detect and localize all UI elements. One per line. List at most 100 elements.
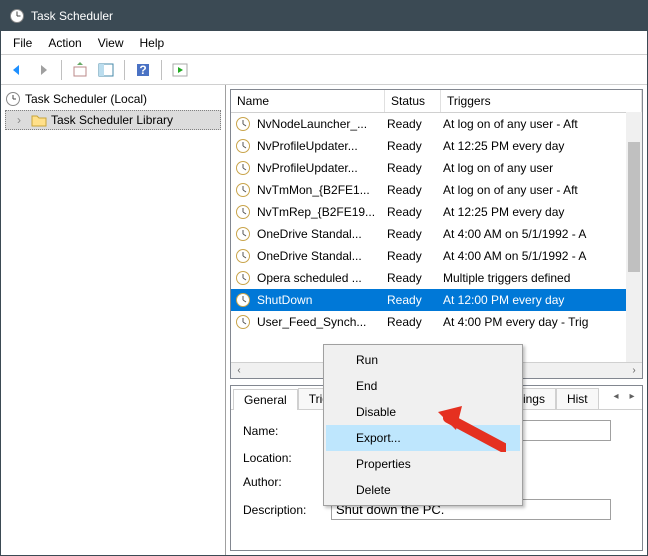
task-triggers: At log on of any user - Aft xyxy=(439,183,642,197)
forward-button[interactable] xyxy=(31,58,55,82)
task-name: OneDrive Standal... xyxy=(253,249,383,263)
show-hide-tree-button[interactable] xyxy=(94,58,118,82)
clock-icon xyxy=(235,204,251,220)
menu-action[interactable]: Action xyxy=(40,34,89,52)
task-status: Ready xyxy=(383,249,439,263)
task-status: Ready xyxy=(383,293,439,307)
menubar: File Action View Help xyxy=(1,31,647,55)
up-button[interactable] xyxy=(68,58,92,82)
menu-view[interactable]: View xyxy=(90,34,132,52)
clock-icon xyxy=(235,116,251,132)
task-name: NvTmMon_{B2FE1... xyxy=(253,183,383,197)
task-name: User_Feed_Synch... xyxy=(253,315,383,329)
scroll-thumb[interactable] xyxy=(628,142,640,272)
table-row[interactable]: OneDrive Standal...ReadyAt 4:00 AM on 5/… xyxy=(231,223,642,245)
window-title: Task Scheduler xyxy=(31,9,113,23)
task-status: Ready xyxy=(383,227,439,241)
clock-icon xyxy=(235,248,251,264)
table-row[interactable]: NvTmRep_{B2FE19...ReadyAt 12:25 PM every… xyxy=(231,201,642,223)
task-triggers: At 12:25 PM every day xyxy=(439,139,642,153)
tab-scroll-left-icon[interactable]: ◂ xyxy=(608,388,624,404)
col-name[interactable]: Name xyxy=(231,90,385,112)
table-row[interactable]: OneDrive Standal...ReadyAt 4:00 AM on 5/… xyxy=(231,245,642,267)
task-name: NvProfileUpdater... xyxy=(253,139,383,153)
task-name: NvTmRep_{B2FE19... xyxy=(253,205,383,219)
toolbar: ? xyxy=(1,55,647,85)
clock-icon xyxy=(235,270,251,286)
titlebar: Task Scheduler xyxy=(1,1,647,31)
task-list: Name Status Triggers NvNodeLauncher_...R… xyxy=(230,89,643,379)
task-triggers: At 4:00 PM every day - Trig xyxy=(439,315,642,329)
run-button[interactable] xyxy=(168,58,192,82)
context-menu-item[interactable]: Disable xyxy=(326,399,520,425)
clock-icon xyxy=(235,314,251,330)
clock-icon xyxy=(235,292,251,308)
table-row[interactable]: NvProfileUpdater...ReadyAt log on of any… xyxy=(231,157,642,179)
task-triggers: At 4:00 AM on 5/1/1992 - A xyxy=(439,227,642,241)
tree-panel: Task Scheduler (Local) › Task Scheduler … xyxy=(1,85,226,555)
context-menu: RunEndDisableExport...PropertiesDelete xyxy=(323,344,523,506)
author-label: Author: xyxy=(243,475,331,489)
toolbar-separator xyxy=(61,60,62,80)
task-triggers: At 4:00 AM on 5/1/1992 - A xyxy=(439,249,642,263)
task-status: Ready xyxy=(383,271,439,285)
toolbar-separator xyxy=(161,60,162,80)
tree-library-label: Task Scheduler Library xyxy=(51,113,173,127)
context-menu-item[interactable]: Properties xyxy=(326,451,520,477)
location-label: Location: xyxy=(243,451,331,465)
tab-history[interactable]: Hist xyxy=(556,388,599,409)
col-status[interactable]: Status xyxy=(385,90,441,112)
task-triggers: At 12:00 PM every day xyxy=(439,293,642,307)
menu-help[interactable]: Help xyxy=(132,34,173,52)
toolbar-separator xyxy=(124,60,125,80)
vertical-scrollbar[interactable] xyxy=(626,112,642,362)
task-list-header: Name Status Triggers xyxy=(231,90,642,113)
task-status: Ready xyxy=(383,205,439,219)
task-status: Ready xyxy=(383,139,439,153)
tree-root-label: Task Scheduler (Local) xyxy=(25,92,147,106)
table-row[interactable]: ShutDownReadyAt 12:00 PM every day xyxy=(231,289,642,311)
tab-general[interactable]: General xyxy=(233,389,298,410)
clock-icon xyxy=(235,160,251,176)
back-button[interactable] xyxy=(5,58,29,82)
clock-icon xyxy=(5,91,21,107)
scroll-right-icon[interactable]: › xyxy=(626,363,642,379)
task-status: Ready xyxy=(383,183,439,197)
task-triggers: At log on of any user xyxy=(439,161,642,175)
col-triggers[interactable]: Triggers xyxy=(441,90,642,112)
app-icon xyxy=(9,8,25,24)
menu-file[interactable]: File xyxy=(5,34,40,52)
tab-scroll-right-icon[interactable]: ▸ xyxy=(624,388,640,404)
table-row[interactable]: Opera scheduled ...ReadyMultiple trigger… xyxy=(231,267,642,289)
clock-icon xyxy=(235,226,251,242)
clock-icon xyxy=(235,182,251,198)
help-button[interactable]: ? xyxy=(131,58,155,82)
tree-library-node[interactable]: › Task Scheduler Library xyxy=(5,110,221,130)
task-list-body: NvNodeLauncher_...ReadyAt log on of any … xyxy=(231,113,642,362)
task-triggers: At 12:25 PM every day xyxy=(439,205,642,219)
context-menu-item[interactable]: Export... xyxy=(326,425,520,451)
description-label: Description: xyxy=(243,503,331,517)
task-status: Ready xyxy=(383,161,439,175)
table-row[interactable]: NvNodeLauncher_...ReadyAt log on of any … xyxy=(231,113,642,135)
task-triggers: At log on of any user - Aft xyxy=(439,117,642,131)
name-label: Name: xyxy=(243,424,331,438)
scroll-left-icon[interactable]: ‹ xyxy=(231,363,247,379)
context-menu-item[interactable]: Delete xyxy=(326,477,520,503)
task-status: Ready xyxy=(383,315,439,329)
tree-root-node[interactable]: Task Scheduler (Local) xyxy=(5,89,221,109)
task-name: ShutDown xyxy=(253,293,383,307)
expand-caret-icon[interactable]: › xyxy=(17,113,27,127)
context-menu-item[interactable]: Run xyxy=(326,347,520,373)
task-name: OneDrive Standal... xyxy=(253,227,383,241)
clock-icon xyxy=(235,138,251,154)
table-row[interactable]: User_Feed_Synch...ReadyAt 4:00 PM every … xyxy=(231,311,642,333)
table-row[interactable]: NvTmMon_{B2FE1...ReadyAt log on of any u… xyxy=(231,179,642,201)
folder-icon xyxy=(31,112,47,128)
task-name: NvProfileUpdater... xyxy=(253,161,383,175)
task-name: Opera scheduled ... xyxy=(253,271,383,285)
task-name: NvNodeLauncher_... xyxy=(253,117,383,131)
context-menu-item[interactable]: End xyxy=(326,373,520,399)
table-row[interactable]: NvProfileUpdater...ReadyAt 12:25 PM ever… xyxy=(231,135,642,157)
task-status: Ready xyxy=(383,117,439,131)
